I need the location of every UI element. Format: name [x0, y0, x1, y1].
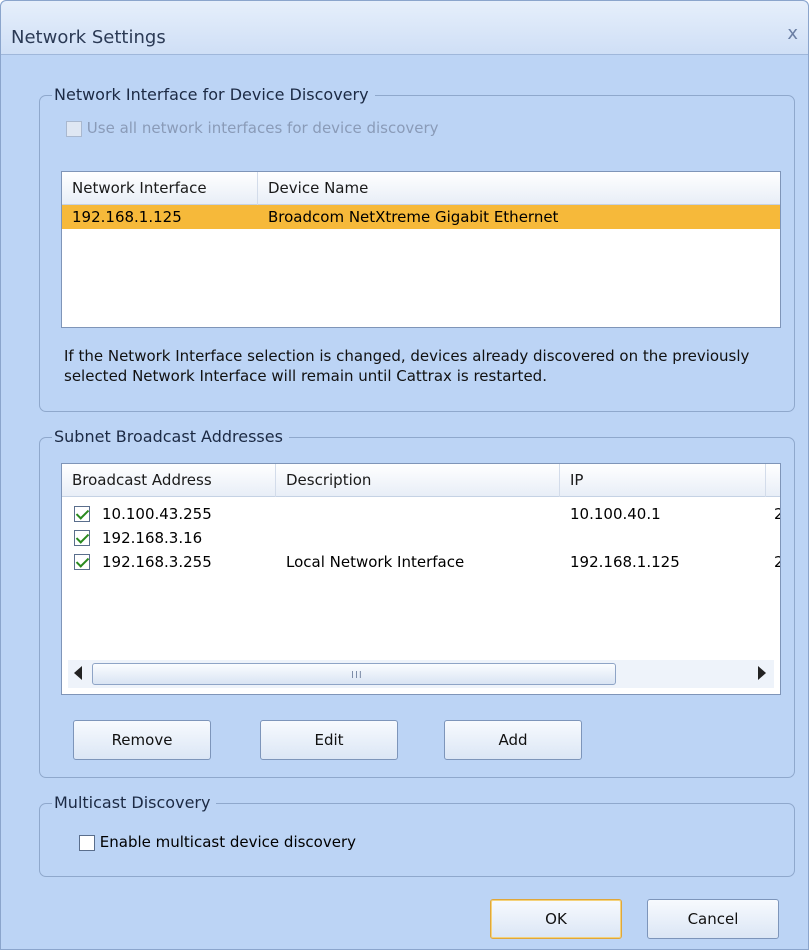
broadcast-row[interactable]: 10.100.43.255 10.100.40.1 2 [62, 502, 780, 526]
column-header-device-name[interactable]: Device Name [258, 172, 780, 205]
broadcast-ip: 192.168.1.125 [570, 553, 680, 571]
scrollbar-thumb[interactable]: III [92, 663, 616, 685]
broadcast-row-checkbox[interactable] [74, 506, 90, 522]
broadcast-row[interactable]: 192.168.3.255 Local Network Interface 19… [62, 550, 780, 574]
remove-button[interactable]: Remove [73, 720, 211, 760]
ok-button[interactable]: OK [490, 899, 622, 939]
interface-address: 192.168.1.125 [72, 208, 182, 226]
broadcast-row[interactable]: 192.168.3.16 [62, 526, 780, 550]
enable-multicast-option[interactable]: Enable multicast device discovery [79, 833, 356, 851]
broadcast-row-checkbox[interactable] [74, 554, 90, 570]
horizontal-scrollbar[interactable]: III [68, 660, 774, 688]
broadcast-address: 192.168.3.16 [102, 529, 203, 547]
broadcast-row-checkbox[interactable] [74, 530, 90, 546]
enable-multicast-checkbox[interactable] [79, 834, 95, 851]
dialog-title: Network Settings [11, 27, 166, 48]
close-icon[interactable]: x [787, 23, 798, 44]
scrollbar-grip: III [351, 670, 363, 681]
broadcast-address-list[interactable]: Broadcast Address Description IP 10.100.… [61, 463, 781, 695]
network-interface-list-header: Network Interface Device Name [62, 172, 780, 205]
network-interface-row[interactable]: 192.168.1.125 Broadcom NetXtreme Gigabit… [62, 205, 780, 229]
broadcast-list-header: Broadcast Address Description IP [62, 464, 780, 497]
cancel-button[interactable]: Cancel [647, 899, 779, 939]
title-bar: Network Settings x [1, 1, 808, 55]
column-header-broadcast-address[interactable]: Broadcast Address [62, 464, 276, 497]
edit-button[interactable]: Edit [260, 720, 398, 760]
use-all-interfaces-checkbox[interactable] [66, 120, 82, 137]
subnet-broadcast-legend: Subnet Broadcast Addresses [52, 427, 289, 446]
broadcast-ip: 10.100.40.1 [570, 505, 661, 523]
network-settings-dialog: Network Settings x Network Interface for… [0, 0, 809, 950]
interface-device-name: Broadcom NetXtreme Gigabit Ethernet [268, 208, 559, 226]
add-button[interactable]: Add [444, 720, 582, 760]
broadcast-overflow-text: 2 [774, 502, 780, 526]
network-interface-info-text: If the Network Interface selection is ch… [64, 347, 750, 385]
broadcast-address: 10.100.43.255 [102, 505, 212, 523]
enable-multicast-label: Enable multicast device discovery [99, 833, 356, 851]
broadcast-address: 192.168.3.255 [102, 553, 212, 571]
broadcast-description: Local Network Interface [286, 553, 465, 571]
column-header-description[interactable]: Description [276, 464, 560, 497]
use-all-interfaces-option[interactable]: Use all network interfaces for device di… [66, 119, 439, 137]
use-all-interfaces-label: Use all network interfaces for device di… [86, 119, 439, 137]
scroll-right-arrow-icon[interactable] [758, 666, 766, 680]
broadcast-overflow-text: 2 [774, 550, 780, 574]
column-header-ip[interactable]: IP [560, 464, 766, 497]
network-interface-list[interactable]: Network Interface Device Name 192.168.1.… [61, 171, 781, 328]
network-interface-legend: Network Interface for Device Discovery [52, 85, 375, 104]
scroll-left-arrow-icon[interactable] [74, 666, 82, 680]
multicast-discovery-legend: Multicast Discovery [52, 793, 217, 812]
column-header-network-interface[interactable]: Network Interface [62, 172, 258, 205]
